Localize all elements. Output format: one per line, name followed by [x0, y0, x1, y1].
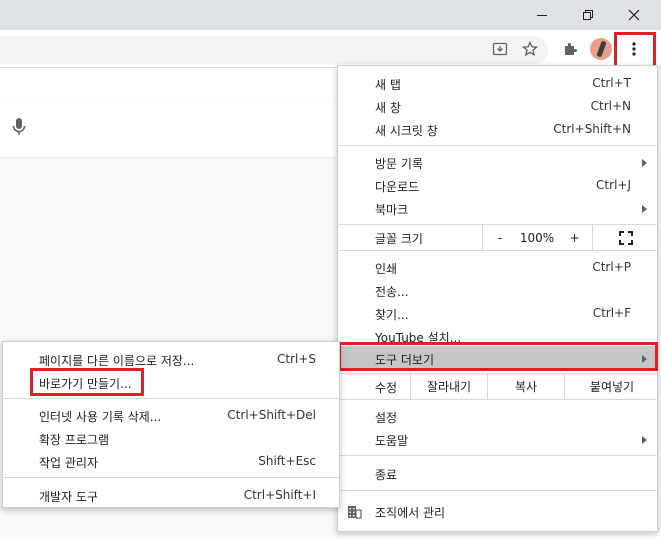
- menu-item-label: 개발자 도구: [39, 490, 99, 504]
- menu-item-label: 인터넷 사용 기록 삭제...: [39, 410, 162, 424]
- install-app-button[interactable]: [486, 35, 514, 63]
- menu-item-bookmarks[interactable]: 북마크: [338, 197, 657, 220]
- menu-item-new-tab[interactable]: 새 탭 Ctrl+T: [338, 72, 657, 95]
- menu-item-label: 새 창: [375, 101, 401, 115]
- submenu-item-extensions[interactable]: 확장 프로그램: [3, 427, 339, 450]
- menu-item-label: 조직에서 관리: [375, 506, 446, 520]
- copy-label: 복사: [514, 380, 538, 394]
- highlight-create-shortcut: [30, 368, 144, 396]
- highlight-more-tools: [338, 342, 658, 371]
- zoom-in-button[interactable]: +: [557, 225, 592, 250]
- restore-button[interactable]: [565, 0, 611, 30]
- menu-item-label: 페이지를 다른 이름으로 저장...: [39, 354, 195, 368]
- edit-row: 수정 잘라내기 복사 붙여넣기: [338, 374, 657, 399]
- fullscreen-icon: [619, 230, 633, 245]
- menu-item-shortcut: Ctrl+P: [592, 260, 631, 274]
- copy-button[interactable]: 복사: [487, 374, 564, 399]
- star-bookmark-icon: [522, 41, 538, 57]
- close-button[interactable]: [611, 0, 657, 30]
- menu-separator: [338, 399, 657, 400]
- menu-item-label: 작업 관리자: [39, 456, 99, 470]
- building-icon: [348, 506, 362, 519]
- menu-item-label: 북마크: [375, 203, 409, 217]
- menu-item-shortcut: Ctrl+S: [276, 352, 316, 366]
- menu-item-managed[interactable]: 조직에서 관리: [338, 500, 657, 523]
- menu-item-shortcut: Ctrl+Shift+I: [243, 488, 316, 502]
- menu-item-label: 새 탭: [375, 78, 401, 92]
- chrome-main-menu: 새 탭 Ctrl+T 새 창 Ctrl+N 새 시크릿 창 Ctrl+Shift…: [337, 65, 658, 532]
- menu-item-help[interactable]: 도움말: [338, 428, 657, 451]
- menu-item-new-window[interactable]: 새 창 Ctrl+N: [338, 95, 657, 118]
- cut-button[interactable]: 잘라내기: [410, 374, 487, 399]
- zoom-in-glyph: +: [569, 230, 580, 245]
- cut-label: 잘라내기: [426, 380, 472, 394]
- menu-item-label: 설정: [375, 411, 398, 425]
- zoom-out-button[interactable]: -: [482, 225, 517, 250]
- submenu-arrow-icon: [642, 436, 647, 444]
- search-area: [0, 100, 340, 158]
- zoom-level: 100%: [517, 225, 557, 250]
- restore-icon: [583, 10, 593, 20]
- menu-item-shortcut: Ctrl+T: [592, 76, 631, 90]
- menu-separator: [3, 398, 339, 399]
- submenu-arrow-icon: [642, 159, 647, 167]
- menu-item-label: 새 시크릿 창: [375, 124, 438, 138]
- submenu-item-task-manager[interactable]: 작업 관리자 Shift+Esc: [3, 450, 339, 473]
- menu-item-label: 찾기...: [375, 308, 409, 322]
- menu-item-label: 방문 기록: [375, 157, 423, 171]
- menu-item-label: 도움말: [375, 434, 409, 448]
- menu-item-label: 확장 프로그램: [39, 433, 110, 447]
- minimize-button[interactable]: [519, 0, 565, 30]
- menu-item-label: 종료: [375, 468, 398, 482]
- menu-item-exit[interactable]: 종료: [338, 462, 657, 485]
- menu-item-settings[interactable]: 설정: [338, 405, 657, 428]
- menu-item-shortcut: Shift+Esc: [258, 454, 316, 468]
- download-icon: [492, 42, 508, 56]
- menu-item-new-incognito[interactable]: 새 시크릿 창 Ctrl+Shift+N: [338, 118, 657, 141]
- browser-toolbar: [0, 30, 661, 68]
- edit-label: 수정: [375, 381, 398, 395]
- more-tools-submenu: 페이지를 다른 이름으로 저장... Ctrl+S 바로가기 만들기... 인터…: [2, 341, 340, 508]
- close-icon: [628, 9, 640, 21]
- paste-button[interactable]: 붙여넣기: [564, 374, 659, 399]
- omnibox[interactable]: [0, 36, 548, 64]
- zoom-value: 100%: [519, 230, 555, 245]
- profile-avatar: [590, 38, 612, 60]
- submenu-item-clear-data[interactable]: 인터넷 사용 기록 삭제... Ctrl+Shift+Del: [3, 404, 339, 427]
- menu-item-shortcut: Ctrl+F: [592, 306, 631, 320]
- menu-item-history[interactable]: 방문 기록: [338, 151, 657, 174]
- menu-item-cast[interactable]: 전송...: [338, 279, 657, 302]
- menu-item-label: 인쇄: [375, 262, 398, 276]
- paste-label: 붙여넣기: [589, 380, 635, 394]
- menu-item-shortcut: Ctrl+Shift+Del: [227, 408, 316, 422]
- extensions-button[interactable]: [556, 35, 584, 63]
- zoom-row: 글꼴 크기 - 100% +: [338, 225, 657, 250]
- submenu-arrow-icon: [642, 205, 647, 213]
- zoom-label: 글꼴 크기: [375, 232, 423, 246]
- menu-item-shortcut: Ctrl+Shift+N: [553, 122, 631, 136]
- bookmark-star-button[interactable]: [516, 35, 544, 63]
- menu-item-label: 다운로드: [375, 180, 420, 194]
- window-titlebar: [0, 0, 661, 30]
- menu-separator: [3, 477, 339, 478]
- menu-separator: [338, 145, 657, 146]
- menu-item-find[interactable]: 찾기... Ctrl+F: [338, 302, 657, 325]
- menu-item-shortcut: Ctrl+N: [590, 99, 631, 113]
- menu-separator: [338, 455, 657, 456]
- profile-button[interactable]: [587, 35, 615, 63]
- menu-separator: [338, 250, 657, 251]
- submenu-item-dev-tools[interactable]: 개발자 도구 Ctrl+Shift+I: [3, 484, 339, 507]
- menu-separator: [338, 490, 657, 491]
- fullscreen-button[interactable]: [592, 225, 659, 250]
- extensions-puzzle-icon: [565, 43, 577, 55]
- menu-item-downloads[interactable]: 다운로드 Ctrl+J: [338, 174, 657, 197]
- menu-item-label: 전송...: [375, 285, 409, 299]
- menu-item-shortcut: Ctrl+J: [596, 178, 631, 192]
- zoom-out-glyph: -: [497, 230, 503, 245]
- minimize-icon: [537, 14, 547, 16]
- microphone-icon[interactable]: [11, 117, 27, 139]
- menu-item-print[interactable]: 인쇄 Ctrl+P: [338, 256, 657, 279]
